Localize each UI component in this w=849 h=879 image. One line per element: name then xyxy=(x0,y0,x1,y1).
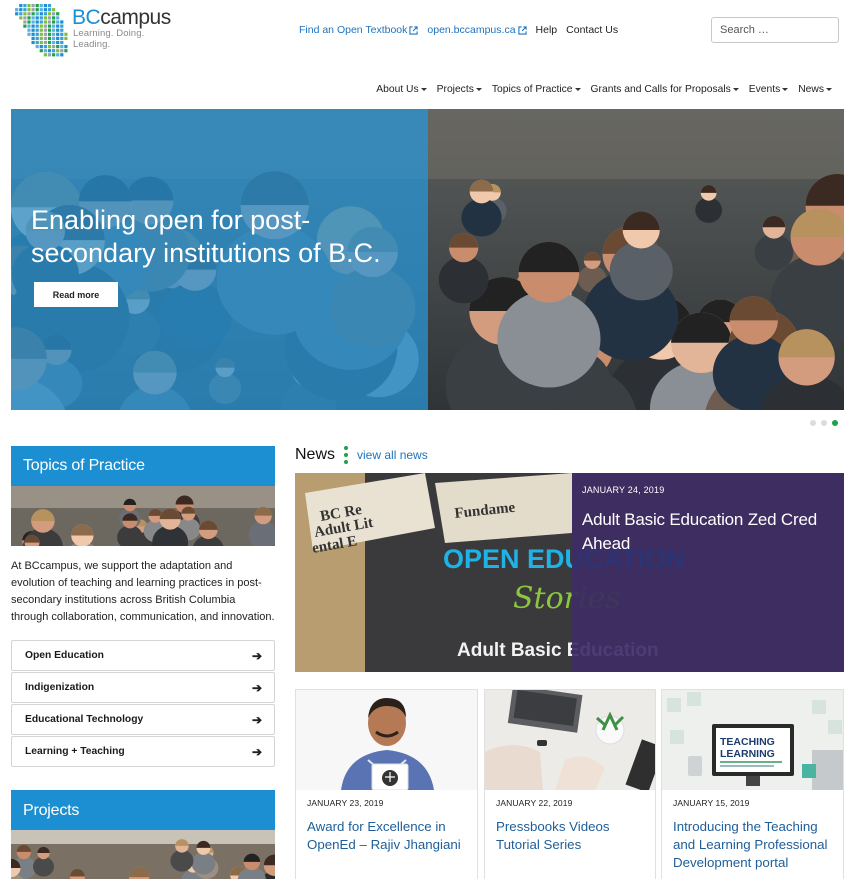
topics-of-practice-card: Topics of Practice At BCcampus, we suppo… xyxy=(11,446,275,768)
carousel-dot[interactable] xyxy=(821,420,827,426)
help-link[interactable]: Help xyxy=(536,24,558,36)
projects-heading[interactable]: Projects xyxy=(11,790,275,830)
arrow-right-icon: ➔ xyxy=(251,680,262,695)
carousel-indicators xyxy=(810,420,838,426)
laptop-desk-photo xyxy=(485,690,655,790)
topic-item-indigenization[interactable]: Indigenization ➔ xyxy=(11,672,275,703)
news-title[interactable]: Introducing the Teaching and Learning Pr… xyxy=(673,818,832,872)
nav-item-about-us[interactable]: About Us xyxy=(376,84,427,95)
news-date: JANUARY 22, 2019 xyxy=(496,798,573,808)
news-separator-icon xyxy=(344,446,349,464)
news-date: JANUARY 23, 2019 xyxy=(307,798,384,808)
main-nav: About Us Projects Topics of Practice Gra… xyxy=(376,84,832,95)
view-all-news-link[interactable]: view all news xyxy=(357,448,428,462)
nav-item-news[interactable]: News xyxy=(798,84,832,95)
portal-image-line1: TEACHING xyxy=(720,736,775,748)
contact-us-link[interactable]: Contact Us xyxy=(566,24,618,36)
topics-classroom-photo xyxy=(11,486,275,546)
news-header: News view all news xyxy=(295,446,428,464)
caret-down-icon xyxy=(826,88,832,91)
utility-links: Find an Open Textbook open.bccampus.ca H… xyxy=(299,24,618,36)
projects-card: Projects xyxy=(11,790,275,879)
topic-item-educational-technology[interactable]: Educational Technology ➔ xyxy=(11,704,275,735)
topics-heading[interactable]: Topics of Practice xyxy=(11,446,275,486)
news-card-teaching-learning[interactable]: TEACHING LEARNING JANUARY 15, 2019 Intro… xyxy=(661,689,844,879)
nav-item-events[interactable]: Events xyxy=(749,84,789,95)
read-more-button[interactable]: Read more xyxy=(34,282,118,307)
bc-map-logo-icon xyxy=(15,4,68,57)
search-input[interactable] xyxy=(711,17,839,43)
logo-tagline: Learning. Doing. Leading. xyxy=(73,28,145,50)
arrow-right-icon: ➔ xyxy=(251,712,262,727)
caret-down-icon xyxy=(574,88,581,91)
topics-description: At BCcampus, we support the adaptation a… xyxy=(11,560,275,623)
topic-item-learning-teaching[interactable]: Learning + Teaching ➔ xyxy=(11,736,275,767)
arrow-right-icon: ➔ xyxy=(251,648,262,663)
bccampus-logo[interactable]: BCcampus Learning. Doing. Leading. xyxy=(11,3,181,61)
nav-item-topics-of-practice[interactable]: Topics of Practice xyxy=(492,84,581,95)
news-title[interactable]: Pressbooks Videos Tutorial Series xyxy=(496,818,644,854)
featured-news-card[interactable]: BC Re Adult Lit ental E Fundame OPEN EDU… xyxy=(295,473,844,672)
external-link-icon xyxy=(409,25,419,35)
arrow-right-icon: ➔ xyxy=(251,744,262,759)
news-heading: News xyxy=(295,446,336,463)
news-date: JANUARY 15, 2019 xyxy=(673,798,750,808)
news-title[interactable]: Award for Excellence in OpenEd – Rajiv J… xyxy=(307,818,466,854)
topic-item-open-education[interactable]: Open Education ➔ xyxy=(11,640,275,671)
featured-news-date: JANUARY 24, 2019 xyxy=(582,485,665,495)
caret-down-icon xyxy=(420,88,427,91)
projects-crowd-photo xyxy=(11,830,275,879)
hero-carousel: Enabling open for post-secondary institu… xyxy=(11,109,844,410)
topics-list: Open Education ➔ Indigenization ➔ Educatio… xyxy=(11,640,275,767)
carousel-dot[interactable] xyxy=(832,420,838,426)
nav-item-projects[interactable]: Projects xyxy=(437,84,482,95)
news-card-pressbooks[interactable]: JANUARY 22, 2019 Pressbooks Videos Tutor… xyxy=(484,689,656,879)
caret-down-icon xyxy=(475,88,482,91)
featured-news-overlay: JANUARY 24, 2019 Adult Basic Education Z… xyxy=(572,473,844,672)
featured-news-title[interactable]: Adult Basic Education Zed Cred Ahead xyxy=(582,508,840,556)
caret-down-icon xyxy=(782,88,789,91)
open-bccampus-link[interactable]: open.bccampus.ca xyxy=(427,24,527,36)
logo-wordmark: BCcampus xyxy=(72,6,171,29)
external-link-icon xyxy=(517,25,527,35)
find-open-textbook-link[interactable]: Find an Open Textbook xyxy=(299,24,419,36)
news-card-rajiv-jhangiani[interactable]: JANUARY 23, 2019 Award for Excellence in… xyxy=(295,689,478,879)
teaching-learning-portal-photo: TEACHING LEARNING xyxy=(662,690,843,790)
portal-image-line2: LEARNING xyxy=(720,748,775,760)
nav-item-grants[interactable]: Grants and Calls for Proposals xyxy=(591,84,739,95)
hero-title: Enabling open for post-secondary institu… xyxy=(31,205,381,268)
rajiv-award-photo xyxy=(296,690,477,790)
carousel-dot[interactable] xyxy=(810,420,816,426)
caret-down-icon xyxy=(732,88,739,91)
